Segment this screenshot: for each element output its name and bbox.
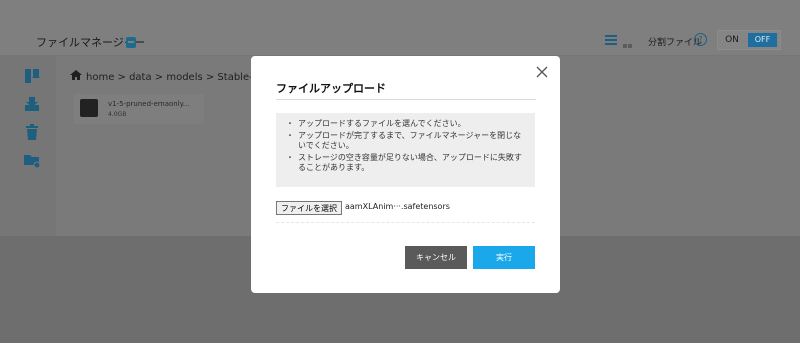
upload-dialog: ファイルアップロード アップロードするファイルを選んでください。 アップロードが…	[251, 56, 560, 293]
split-file-toggle[interactable]: ON OFF	[717, 30, 781, 50]
note-item: アップロードが完了するまで、ファイルマネージャーを閉じないでください。	[286, 131, 527, 151]
breadcrumb-path[interactable]: home > data > models > Stable-da	[86, 72, 265, 83]
file-select-button[interactable]: ファイルを選択	[276, 201, 342, 215]
breadcrumb: home > data > models > Stable-da	[70, 70, 265, 83]
upload-notes: アップロードするファイルを選んでください。 アップロードが完了するまで、ファイル…	[276, 113, 535, 187]
run-button[interactable]: 実行	[473, 246, 535, 269]
chosen-file-name: aamXLAnim···.safetensors	[345, 202, 450, 211]
note-item: ストレージの空き容量が足りない場合、アップロードに失敗することがあります。	[286, 153, 527, 173]
close-icon[interactable]	[535, 65, 549, 79]
upload-icon[interactable]	[24, 68, 40, 84]
file-size: 4.0GB	[108, 111, 127, 118]
divider	[276, 222, 535, 223]
trash-icon[interactable]	[24, 124, 40, 140]
cancel-button[interactable]: キャンセル	[405, 246, 467, 269]
file-item[interactable]: v1-5-pruned-emaonly... 4.0GB	[74, 94, 204, 124]
download-icon[interactable]	[24, 96, 40, 112]
note-item: アップロードするファイルを選んでください。	[286, 119, 527, 129]
toggle-on-option[interactable]: ON	[718, 31, 746, 49]
file-name: v1-5-pruned-emaonly...	[108, 100, 190, 108]
help-icon[interactable]: ?	[694, 33, 707, 46]
list-view-icon[interactable]	[605, 35, 617, 46]
header-bar: ファイルマネージャー 分割ファイル ? ON OFF	[0, 0, 800, 67]
dialog-title: ファイルアップロード	[276, 82, 386, 95]
grid-view-icon[interactable]	[623, 34, 635, 67]
toggle-off-option[interactable]: OFF	[748, 33, 777, 47]
home-icon[interactable]	[70, 70, 86, 83]
divider	[276, 99, 536, 100]
new-folder-icon[interactable]	[24, 152, 40, 168]
save-icon[interactable]	[126, 37, 136, 48]
file-thumbnail	[80, 99, 98, 117]
